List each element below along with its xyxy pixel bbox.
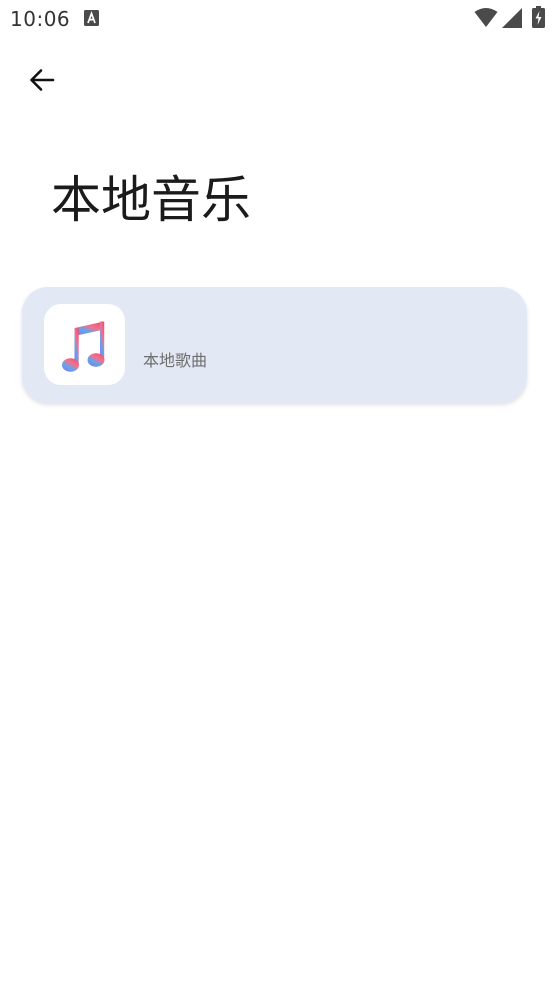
battery-charging-icon xyxy=(532,6,545,28)
local-songs-label: 本地歌曲 xyxy=(143,351,208,370)
wifi-icon xyxy=(474,8,498,27)
status-time: 10:06 xyxy=(10,7,71,31)
music-note-icon xyxy=(61,321,104,372)
arrow-back-icon xyxy=(30,69,55,91)
page-title: 本地音乐 xyxy=(51,171,251,229)
a-letter-notification-icon xyxy=(84,10,99,26)
back-button[interactable] xyxy=(18,56,66,104)
cellular-signal-icon xyxy=(502,8,522,28)
local-songs-item[interactable]: 本地歌曲 xyxy=(22,287,527,403)
music-app-icon-tile xyxy=(44,304,125,385)
status-bar: 10:06 xyxy=(0,0,554,38)
